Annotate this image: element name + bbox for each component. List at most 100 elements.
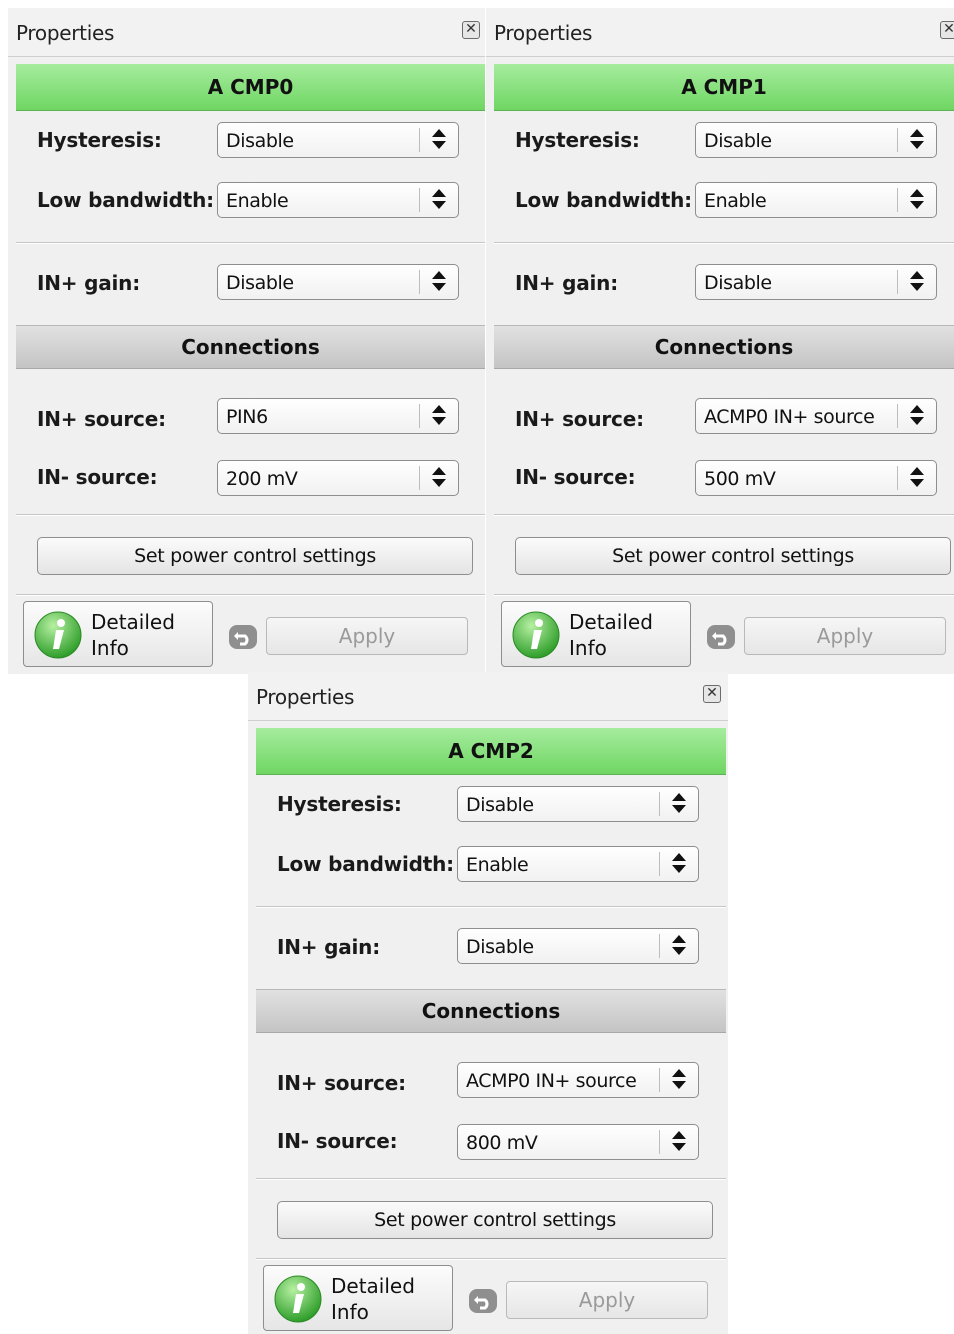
close-icon[interactable]: ✕ <box>703 685 721 703</box>
updown-arrows-icon <box>428 463 450 491</box>
in-minus-source-value: 200 mV <box>226 468 298 490</box>
in-plus-source-select[interactable]: ACMP0 IN+ source <box>457 1062 699 1098</box>
undo-icon[interactable] <box>468 1288 498 1314</box>
panel-content: A CMP1 Hysteresis: Disable Low bandwidth… <box>494 64 954 674</box>
updown-arrows-icon <box>906 185 928 213</box>
detailed-info-line2: Info <box>91 636 129 660</box>
low-bandwidth-label: Low bandwidth: <box>515 188 692 212</box>
block-header: A CMP1 <box>494 64 954 111</box>
properties-panel-acmp2: Properties ✕ A CMP2 Hysteresis: Disable … <box>248 672 728 1334</box>
in-minus-source-select[interactable]: 800 mV <box>457 1124 699 1160</box>
panel-title: Properties <box>16 21 115 45</box>
undo-icon[interactable] <box>228 624 258 650</box>
block-header: A CMP0 <box>16 64 485 111</box>
hysteresis-label: Hysteresis: <box>277 792 402 816</box>
low-bandwidth-select[interactable]: Enable <box>695 182 937 218</box>
set-power-control-button[interactable]: Set power control settings <box>37 537 473 575</box>
apply-button[interactable]: Apply <box>266 617 468 655</box>
apply-button[interactable]: Apply <box>744 617 946 655</box>
low-bandwidth-label: Low bandwidth: <box>37 188 214 212</box>
hysteresis-value: Disable <box>226 130 294 152</box>
properties-panel-acmp1: Properties ✕ A CMP1 Hysteresis: Disable … <box>486 8 954 674</box>
updown-arrows-icon <box>668 1127 690 1155</box>
updown-arrows-icon <box>428 185 450 213</box>
panel-title: Properties <box>494 21 593 45</box>
low-bandwidth-value: Enable <box>226 190 289 212</box>
divider <box>494 594 954 596</box>
panel-titlebar: Properties ✕ <box>248 672 728 721</box>
detailed-info-line2: Info <box>331 1300 369 1324</box>
in-plus-gain-select[interactable]: Disable <box>217 264 459 300</box>
updown-arrows-icon <box>906 267 928 295</box>
info-icon <box>274 1275 322 1323</box>
in-minus-source-value: 500 mV <box>704 468 776 490</box>
in-plus-source-value: ACMP0 IN+ source <box>704 406 875 428</box>
low-bandwidth-select[interactable]: Enable <box>217 182 459 218</box>
updown-arrows-icon <box>668 1065 690 1093</box>
hysteresis-value: Disable <box>466 794 534 816</box>
updown-arrows-icon <box>906 463 928 491</box>
updown-arrows-icon <box>668 931 690 959</box>
in-plus-source-label: IN+ source: <box>515 407 644 431</box>
in-plus-gain-select[interactable]: Disable <box>457 928 699 964</box>
detailed-info-button[interactable]: Detailed Info <box>263 1265 453 1331</box>
hysteresis-select[interactable]: Disable <box>217 122 459 158</box>
divider <box>16 594 485 596</box>
in-plus-gain-value: Disable <box>466 936 534 958</box>
in-plus-source-value: PIN6 <box>226 406 268 428</box>
low-bandwidth-label: Low bandwidth: <box>277 852 454 876</box>
connections-header: Connections <box>494 325 954 369</box>
detailed-info-button[interactable]: Detailed Info <box>23 601 213 667</box>
in-plus-gain-label: IN+ gain: <box>515 271 619 295</box>
connections-header: Connections <box>16 325 485 369</box>
in-plus-gain-label: IN+ gain: <box>277 935 381 959</box>
detailed-info-line1: Detailed <box>91 610 175 634</box>
updown-arrows-icon <box>428 401 450 429</box>
in-minus-source-select[interactable]: 500 mV <box>695 460 937 496</box>
in-minus-source-label: IN- source: <box>37 465 158 489</box>
divider <box>256 1178 726 1180</box>
info-icon <box>512 611 560 659</box>
divider <box>494 242 954 244</box>
panel-content: A CMP0 Hysteresis: Disable Low bandwidth… <box>16 64 485 674</box>
in-plus-source-label: IN+ source: <box>37 407 166 431</box>
undo-icon[interactable] <box>706 624 736 650</box>
in-plus-source-label: IN+ source: <box>277 1071 406 1095</box>
close-icon[interactable]: ✕ <box>462 21 480 39</box>
hysteresis-value: Disable <box>704 130 772 152</box>
set-power-control-button[interactable]: Set power control settings <box>515 537 951 575</box>
updown-arrows-icon <box>906 401 928 429</box>
in-plus-source-select[interactable]: ACMP0 IN+ source <box>695 398 937 434</box>
low-bandwidth-value: Enable <box>704 190 767 212</box>
hysteresis-label: Hysteresis: <box>515 128 640 152</box>
divider <box>494 514 954 516</box>
properties-panel-acmp0: Properties ✕ A CMP0 Hysteresis: Disable … <box>8 8 485 674</box>
block-header: A CMP2 <box>256 728 726 775</box>
in-minus-source-select[interactable]: 200 mV <box>217 460 459 496</box>
in-plus-gain-label: IN+ gain: <box>37 271 141 295</box>
panel-titlebar: Properties ✕ <box>486 8 954 57</box>
close-icon[interactable]: ✕ <box>940 21 954 39</box>
detailed-info-line1: Detailed <box>569 610 653 634</box>
in-plus-gain-value: Disable <box>704 272 772 294</box>
in-minus-source-label: IN- source: <box>515 465 636 489</box>
in-plus-gain-value: Disable <box>226 272 294 294</box>
in-minus-source-label: IN- source: <box>277 1129 398 1153</box>
updown-arrows-icon <box>906 125 928 153</box>
info-icon <box>34 611 82 659</box>
divider <box>256 1258 726 1260</box>
set-power-control-button[interactable]: Set power control settings <box>277 1201 713 1239</box>
detailed-info-button[interactable]: Detailed Info <box>501 601 691 667</box>
panel-content: A CMP2 Hysteresis: Disable Low bandwidth… <box>256 728 726 1334</box>
divider <box>16 242 485 244</box>
in-plus-source-select[interactable]: PIN6 <box>217 398 459 434</box>
in-plus-gain-select[interactable]: Disable <box>695 264 937 300</box>
hysteresis-select[interactable]: Disable <box>695 122 937 158</box>
hysteresis-select[interactable]: Disable <box>457 786 699 822</box>
updown-arrows-icon <box>428 125 450 153</box>
hysteresis-label: Hysteresis: <box>37 128 162 152</box>
updown-arrows-icon <box>668 789 690 817</box>
apply-button[interactable]: Apply <box>506 1281 708 1319</box>
in-plus-source-value: ACMP0 IN+ source <box>466 1070 637 1092</box>
low-bandwidth-select[interactable]: Enable <box>457 846 699 882</box>
